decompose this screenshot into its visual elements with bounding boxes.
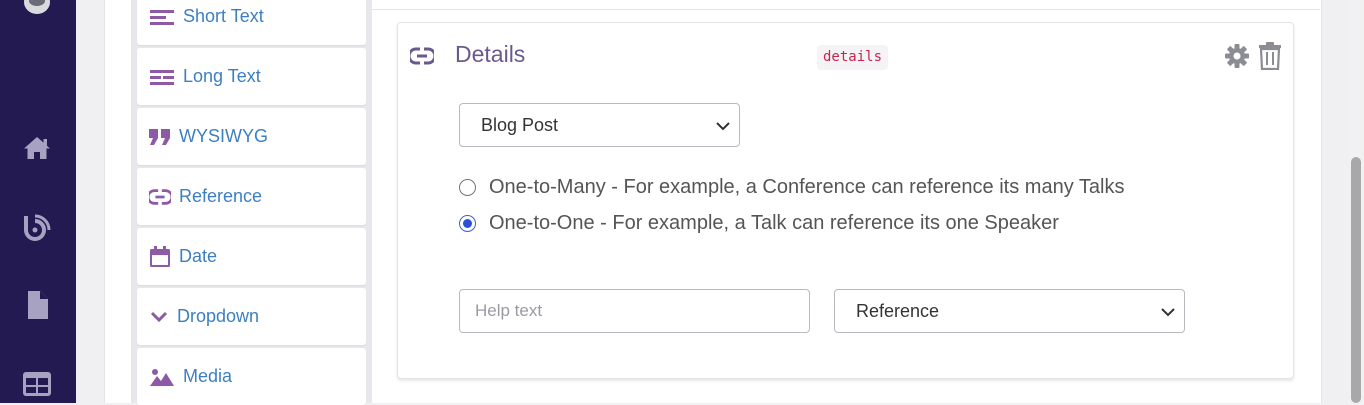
palette-item-reference[interactable]: Reference — [137, 168, 366, 225]
field-key-badge: details — [817, 45, 889, 70]
image-icon — [149, 366, 175, 388]
blog-icon[interactable] — [21, 212, 53, 244]
link-icon — [149, 186, 171, 208]
relation-one-to-one-option[interactable]: One-to-One - For example, a Talk can ref… — [459, 212, 1059, 235]
grid-icon[interactable] — [21, 368, 53, 400]
field-card: Details details Blog Post One-to-Many - … — [397, 22, 1294, 379]
palette-item-long-text[interactable]: Long Text — [137, 48, 366, 105]
palette-item-label: WYSIWYG — [179, 126, 268, 146]
scrollbar-thumb[interactable] — [1351, 157, 1361, 403]
gear-icon[interactable] — [1224, 43, 1250, 69]
trash-icon[interactable] — [1258, 42, 1282, 71]
palette-item-label: Reference — [179, 186, 263, 206]
chevron-down-icon — [715, 118, 731, 134]
divider — [372, 9, 1320, 10]
palette-item-label: Long Text — [183, 66, 261, 86]
palette-item-wysiwyg[interactable]: WYSIWYG — [137, 108, 366, 165]
link-icon — [407, 44, 437, 68]
relation-one-to-many-option[interactable]: One-to-Many - For example, a Conference … — [459, 176, 1124, 199]
chevron-down-icon — [149, 306, 169, 328]
document-icon[interactable] — [21, 289, 53, 321]
relation-one-to-many-radio[interactable] — [459, 179, 476, 196]
palette-item-media[interactable]: Media — [137, 348, 366, 405]
short-text-icon — [149, 6, 175, 28]
home-icon[interactable] — [21, 132, 53, 164]
palette-item-label: Date — [179, 246, 218, 266]
relation-one-to-one-radio[interactable] — [459, 215, 476, 232]
palette-item-short-text[interactable]: Short Text — [137, 0, 366, 45]
calendar-icon — [149, 245, 171, 268]
long-text-icon — [149, 66, 175, 88]
palette-item-dropdown[interactable]: Dropdown — [137, 288, 366, 345]
palette-item-label: Dropdown — [177, 306, 260, 326]
field-type-select[interactable]: Reference — [834, 289, 1185, 333]
quote-icon — [149, 126, 171, 148]
relation-option-label: One-to-Many - For example, a Conference … — [489, 176, 1125, 198]
field-type-select-value: Reference — [856, 301, 940, 321]
user-avatar[interactable] — [24, 0, 50, 14]
palette-item-label: Short Text — [183, 6, 264, 26]
nav-rail — [0, 0, 76, 403]
palette-item-label: Media — [183, 366, 233, 386]
relation-option-label: One-to-One - For example, a Talk can ref… — [489, 212, 1059, 234]
field-title: Details — [455, 41, 526, 67]
help-text-input[interactable] — [459, 289, 810, 333]
content-type-select[interactable]: Blog Post — [459, 103, 740, 147]
content-type-select-value: Blog Post — [481, 115, 559, 135]
chevron-down-icon — [1160, 304, 1176, 320]
palette-item-date[interactable]: Date — [137, 228, 366, 285]
